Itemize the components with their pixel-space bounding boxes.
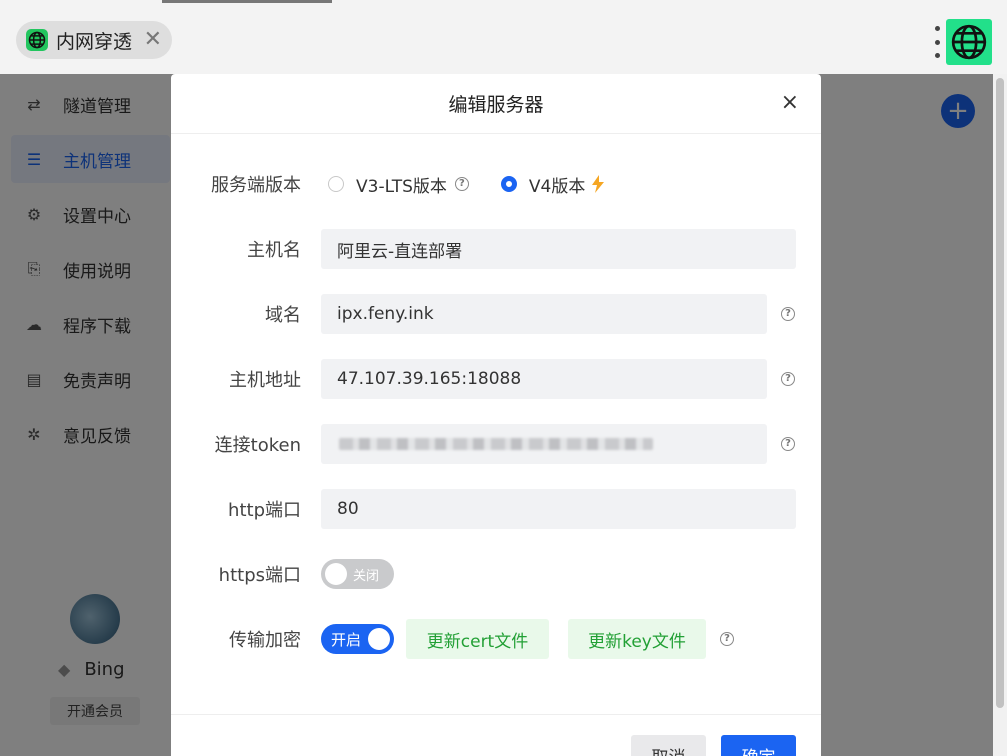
dialog-header: 编辑服务器 ×: [171, 74, 821, 134]
toggle-knob: [368, 628, 390, 650]
token-blurred-value: [339, 438, 653, 450]
dialog-footer: 取消 确定: [171, 714, 821, 756]
toggle-label: 关闭: [353, 568, 380, 584]
domain-row: 域名 ipx.feny.ink ?: [171, 294, 821, 334]
toggle-label: 开启: [331, 630, 362, 649]
help-icon[interactable]: ?: [781, 372, 795, 386]
app-tab[interactable]: 内网穿透 ✕: [16, 21, 172, 59]
lightning-icon: [592, 175, 605, 193]
scrollbar-thumb[interactable]: [996, 78, 1004, 708]
update-cert-button[interactable]: 更新cert文件: [406, 619, 549, 659]
token-label: 连接token: [214, 435, 301, 456]
radio-v4-label[interactable]: V4版本: [529, 172, 585, 197]
token-row: 连接token ?: [171, 424, 821, 464]
more-options-icon[interactable]: [932, 26, 942, 58]
encryption-toggle[interactable]: 开启: [321, 624, 394, 654]
tab-bar: 内网穿透 ✕: [0, 4, 1007, 74]
http-port-row: http端口 80: [171, 489, 821, 529]
app-globe-button[interactable]: [946, 19, 992, 65]
radio-v3-lts-label[interactable]: V3-LTS版本: [356, 172, 447, 197]
http-port-label: http端口: [228, 500, 301, 521]
encryption-label: 传输加密: [229, 630, 301, 651]
close-icon[interactable]: ×: [781, 90, 799, 116]
tab-close-icon[interactable]: ✕: [144, 27, 162, 53]
help-icon[interactable]: ?: [781, 437, 795, 451]
globe-icon: [951, 24, 987, 60]
http-port-input[interactable]: 80: [321, 489, 796, 529]
host-address-row: 主机地址 47.107.39.165:18088 ?: [171, 359, 821, 399]
domain-input[interactable]: ipx.feny.ink: [321, 294, 767, 334]
help-icon[interactable]: ?: [781, 307, 795, 321]
help-icon[interactable]: ?: [454, 177, 469, 191]
https-port-row: https端口 关闭: [171, 554, 821, 594]
hostname-input[interactable]: 阿里云-直连部署: [321, 229, 796, 269]
help-icon[interactable]: ?: [720, 632, 734, 646]
confirm-button[interactable]: 确定: [721, 735, 796, 756]
cancel-button[interactable]: 取消: [631, 735, 706, 756]
update-key-button[interactable]: 更新key文件: [568, 619, 706, 659]
dialog-title: 编辑服务器: [448, 94, 544, 116]
host-address-label: 主机地址: [229, 370, 301, 391]
encryption-row: 传输加密 开启 更新cert文件 更新key文件 ?: [171, 619, 821, 659]
server-version-label: 服务端版本: [211, 175, 301, 196]
server-version-row: 服务端版本 V3-LTS版本 ? V4版本: [171, 164, 821, 204]
radio-v3-lts[interactable]: [328, 176, 344, 192]
radio-v4[interactable]: [500, 176, 517, 192]
host-address-input[interactable]: 47.107.39.165:18088: [321, 359, 767, 399]
https-port-label: https端口: [218, 565, 301, 586]
window-title-bar: [162, 0, 332, 3]
https-port-toggle[interactable]: 关闭: [321, 559, 394, 589]
server-version-radios: V3-LTS版本 ? V4版本: [328, 172, 605, 197]
hostname-label: 主机名: [247, 240, 301, 261]
domain-label: 域名: [265, 305, 301, 326]
scrollbar[interactable]: [993, 74, 1007, 756]
globe-icon: [26, 29, 48, 51]
tab-title: 内网穿透: [56, 30, 133, 53]
edit-server-dialog: 编辑服务器 × 服务端版本 V3-LTS版本 ? V4版本 主机名 阿里云-直连…: [171, 74, 821, 756]
toggle-knob: [325, 563, 347, 585]
hostname-row: 主机名 阿里云-直连部署: [171, 229, 821, 269]
